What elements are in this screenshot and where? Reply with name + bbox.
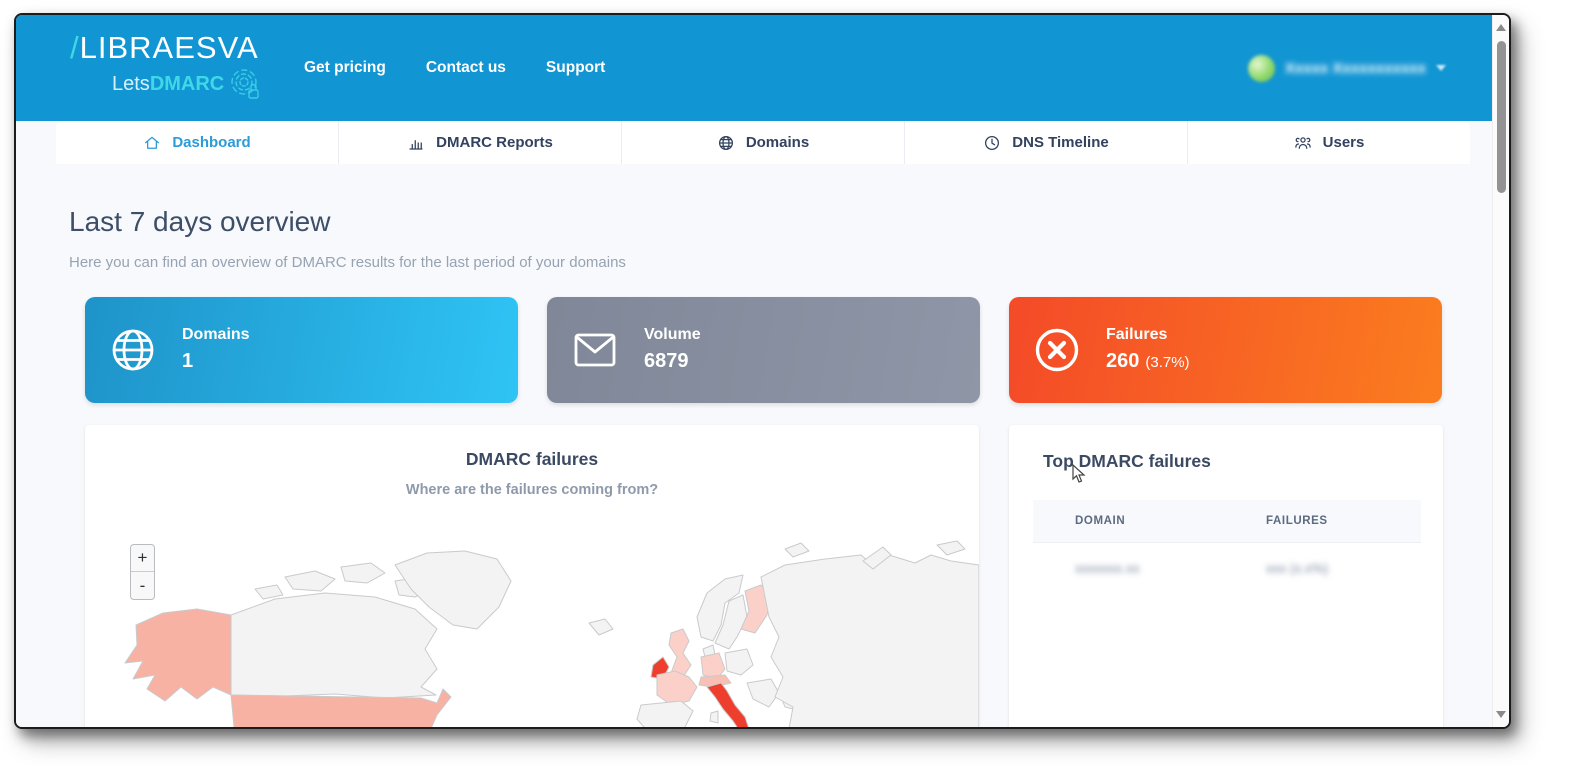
map-zoom-in-button[interactable]: + xyxy=(131,545,154,572)
globe-icon xyxy=(109,326,157,374)
map-country-russia xyxy=(760,554,979,727)
column-header-failures: FAILURES xyxy=(1266,515,1328,527)
cell-domain-redacted: xxxxxxx.xx xyxy=(1075,561,1140,576)
brand-subtitle: LetsDMARC xyxy=(112,68,260,100)
tab-label: DMARC Reports xyxy=(436,134,553,151)
scroll-down-arrow-icon[interactable] xyxy=(1496,711,1506,719)
header-nav: Get pricing Contact us Support xyxy=(304,15,605,121)
stat-value: 1 xyxy=(182,350,194,372)
brand-slash: / xyxy=(70,30,80,65)
libraesva-logo[interactable]: /LIBRAESVA LetsDMARC xyxy=(70,30,260,100)
vertical-scrollbar[interactable] xyxy=(1492,15,1509,727)
world-choropleth-map[interactable] xyxy=(85,537,979,729)
map-card-subtitle: Where are the failures coming from? xyxy=(405,482,659,498)
scrollbar-thumb[interactable] xyxy=(1497,41,1506,193)
map-card-title: DMARC failures xyxy=(465,449,599,469)
tab-dns-timeline[interactable]: DNS Timeline xyxy=(905,121,1188,164)
chevron-down-icon xyxy=(1436,65,1446,71)
brand-text: LIBRAESVA xyxy=(79,30,259,65)
circle-x-icon xyxy=(1033,326,1081,374)
cell-failures-redacted: xxx (x.x%) xyxy=(1266,561,1329,576)
mouse-cursor xyxy=(1072,464,1086,483)
envelope-icon xyxy=(571,326,619,374)
stat-label: Volume xyxy=(644,326,701,343)
map-zoom-controls: + - xyxy=(130,544,155,600)
home-icon xyxy=(145,136,160,149)
map-zoom-out-button[interactable]: - xyxy=(131,572,154,599)
tab-dashboard[interactable]: Dashboard xyxy=(56,121,339,164)
nav-support[interactable]: Support xyxy=(546,59,605,77)
user-name-redacted: Xxxxx Xxxxxxxxxxx xyxy=(1285,59,1426,77)
column-header-domain: DOMAIN xyxy=(1075,515,1126,527)
tab-label: Dashboard xyxy=(172,134,251,151)
fingerprint-lock-icon xyxy=(231,69,259,99)
stat-value: 6879 xyxy=(644,350,689,372)
stat-value: 260 (3.7%) xyxy=(1106,350,1190,372)
table-row[interactable]: xxxxxxx.xx xxx (x.x%) xyxy=(1033,543,1421,591)
globe-icon xyxy=(718,135,733,150)
page-title: Last 7 days overview xyxy=(69,206,331,237)
map-country-france xyxy=(656,670,698,706)
app-window: /LIBRAESVA LetsDMARC Get pricing Contact… xyxy=(14,13,1511,729)
brand-dmarc: DMARC xyxy=(149,72,225,95)
tab-label: Users xyxy=(1322,134,1365,151)
map-country-uk xyxy=(668,628,692,678)
nav-get-pricing[interactable]: Get pricing xyxy=(304,59,386,77)
main-tabbar: Dashboard DMARC Reports Domains DNS Time… xyxy=(56,121,1470,164)
tab-dmarc-reports[interactable]: DMARC Reports xyxy=(339,121,622,164)
stat-card-1[interactable]: Volume 6879 xyxy=(547,297,980,403)
page-subtitle: Here you can find an overview of DMARC r… xyxy=(69,254,626,271)
stat-card-2[interactable]: Failures 260 (3.7%) xyxy=(1009,297,1442,403)
dmarc-failures-map-card: DMARC failures Where are the failures co… xyxy=(85,425,979,729)
brand-name: /LIBRAESVA xyxy=(70,30,260,66)
bar-chart-icon xyxy=(409,139,423,150)
map-country-balkans xyxy=(746,678,780,708)
map-country-spain xyxy=(636,700,694,727)
top-failures-title: Top DMARC failures xyxy=(1043,451,1211,471)
map-country-iceland xyxy=(588,618,614,636)
tab-users[interactable]: Users xyxy=(1188,121,1470,164)
clock-icon xyxy=(985,135,1000,150)
map-country-alaska xyxy=(124,608,232,702)
brand-lets: Lets xyxy=(112,72,150,95)
tab-label: DNS Timeline xyxy=(1012,134,1109,151)
stat-label: Domains xyxy=(182,326,250,343)
stat-card-0[interactable]: Domains 1 xyxy=(85,297,518,403)
avatar xyxy=(1248,54,1276,82)
stat-suffix: (3.7%) xyxy=(1145,354,1190,371)
dashboard-content: Last 7 days overview Here you can find a… xyxy=(16,164,1492,727)
top-header: /LIBRAESVA LetsDMARC Get pricing Contact… xyxy=(16,15,1492,121)
stat-label: Failures xyxy=(1106,326,1168,343)
scroll-up-arrow-icon[interactable] xyxy=(1496,23,1506,31)
map-country-poland xyxy=(724,648,754,676)
nav-contact-us[interactable]: Contact us xyxy=(426,59,506,77)
map-country-canada xyxy=(230,592,438,699)
table-header: DOMAIN FAILURES xyxy=(1033,500,1421,543)
users-icon xyxy=(1294,136,1311,149)
tab-label: Domains xyxy=(745,134,810,151)
tab-domains[interactable]: Domains xyxy=(622,121,905,164)
user-menu[interactable]: Xxxxx Xxxxxxxxxxx xyxy=(1248,15,1446,121)
map-country-sardinia xyxy=(709,710,719,724)
